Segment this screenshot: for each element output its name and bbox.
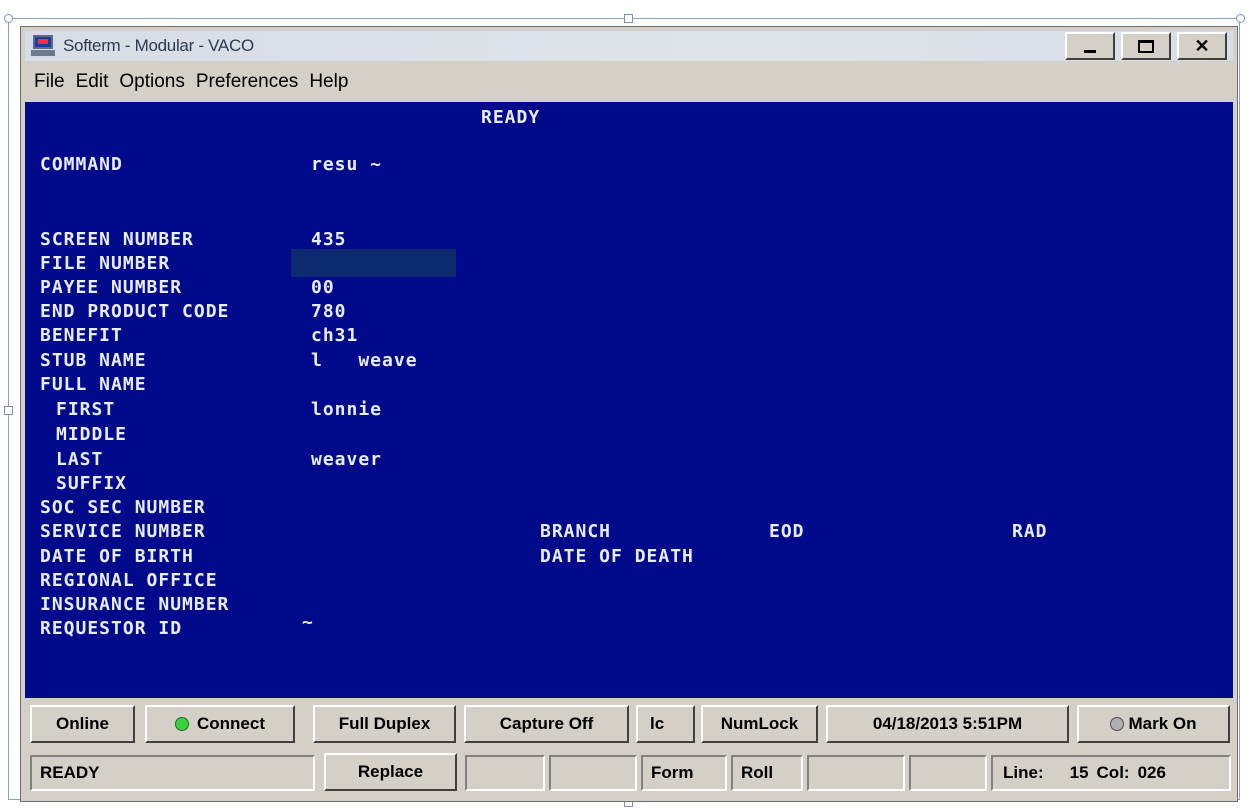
datetime-label: 04/18/2013 5:51PM [872, 714, 1023, 733]
screen-number-value[interactable]: 435 [311, 229, 347, 251]
line-value: 15 [1069, 763, 1089, 782]
status-empty-cell-3 [807, 755, 905, 791]
mark-button[interactable]: Mark On [1077, 705, 1230, 743]
suffix-label: SUFFIX [56, 473, 128, 494]
file-number-input-field[interactable] [291, 249, 456, 277]
branch-label: BRANCH [540, 521, 612, 542]
menu-options[interactable]: Options [119, 71, 184, 93]
full-name-label: FULL NAME [40, 374, 147, 395]
status-bar: READY Replace Form Roll Line: 15 Col: 02… [25, 751, 1233, 795]
status-roll-cell: Roll [731, 755, 803, 791]
mark-indicator-icon [1110, 717, 1125, 731]
terminal-status: READY [481, 107, 541, 128]
end-product-code-label: END PRODUCT CODE [40, 301, 230, 322]
middle-name-label: MIDDLE [56, 424, 128, 445]
col-label: Col: [1096, 763, 1130, 782]
date-of-birth-label: DATE OF BIRTH [40, 546, 194, 567]
menu-preferences[interactable]: Preferences [196, 71, 298, 93]
minimize-button[interactable] [1065, 32, 1115, 60]
numlock-label: NumLock [720, 714, 799, 733]
numlock-button[interactable]: NumLock [701, 705, 818, 743]
terminal-app-icon[interactable] [31, 35, 57, 57]
resize-handle-top-center[interactable] [624, 14, 633, 23]
eod-label: EOD [769, 521, 805, 542]
resize-handle-top-left[interactable] [4, 14, 13, 23]
terminal-screen[interactable]: READY COMMAND resu ~ SCREEN NUMBER 435 F… [25, 102, 1233, 698]
minimize-icon [1084, 49, 1096, 53]
online-button[interactable]: Online [30, 705, 135, 743]
menu-edit[interactable]: Edit [76, 71, 109, 93]
first-name-label: FIRST [56, 399, 116, 420]
status-state: READY [40, 763, 100, 782]
case-button[interactable]: lc [636, 705, 695, 743]
connect-button[interactable]: Connect [145, 705, 295, 743]
online-label: Online [56, 714, 109, 733]
status-cursor-cell: Line: 15 Col: 026 [991, 755, 1231, 791]
menu-file[interactable]: File [34, 71, 65, 93]
screen-number-label: SCREEN NUMBER [40, 229, 194, 250]
end-product-code-value[interactable]: 780 [311, 301, 347, 323]
menu-bar: File Edit Options Preferences Help [25, 65, 1233, 99]
datetime-display: 04/18/2013 5:51PM [826, 705, 1069, 743]
capture-button[interactable]: Capture Off [464, 705, 629, 743]
requestor-id-label: REQUESTOR ID [40, 618, 183, 639]
case-label: lc [650, 714, 665, 733]
payee-number-label: PAYEE NUMBER [40, 277, 183, 298]
full-duplex-button[interactable]: Full Duplex [313, 705, 456, 743]
resize-handle-left[interactable] [4, 406, 13, 415]
status-form: Form [651, 763, 694, 782]
status-form-cell: Form [641, 755, 727, 791]
status-empty-cell-2 [549, 755, 637, 791]
last-name-value[interactable]: weaver [311, 449, 382, 471]
first-name-value[interactable]: lonnie [311, 399, 382, 421]
col-value: 026 [1137, 763, 1166, 782]
command-label: COMMAND [40, 154, 123, 175]
soc-sec-number-label: SOC SEC NUMBER [40, 497, 206, 518]
line-label: Line: [1003, 763, 1044, 782]
status-state-cell: READY [30, 755, 315, 791]
status-roll: Roll [741, 763, 774, 782]
date-of-death-label: DATE OF DEATH [540, 546, 694, 567]
status-empty-cell-4 [909, 755, 987, 791]
stub-name-value[interactable]: l weave [311, 350, 418, 372]
maximize-button[interactable] [1121, 32, 1171, 60]
file-number-label: FILE NUMBER [40, 253, 171, 274]
window-title: Softerm - Modular - VACO [63, 36, 254, 55]
toolbar-row: Online Connect Full Duplex Capture Off l… [25, 703, 1233, 747]
regional-office-label: REGIONAL OFFICE [40, 570, 218, 591]
full-duplex-label: Full Duplex [338, 714, 431, 733]
title-bar: Softerm - Modular - VACO ✕ [25, 31, 1233, 61]
benefit-label: BENEFIT [40, 325, 123, 346]
requestor-id-value[interactable]: ~ [302, 612, 314, 634]
benefit-value[interactable]: ch31 [311, 325, 358, 347]
insurance-number-label: INSURANCE NUMBER [40, 594, 230, 615]
connect-led-icon [175, 717, 189, 731]
payee-number-value[interactable]: 00 [311, 277, 335, 299]
stub-name-label: STUB NAME [40, 350, 147, 371]
connect-label: Connect [197, 714, 265, 733]
capture-label: Capture Off [499, 714, 594, 733]
menu-help[interactable]: Help [309, 71, 348, 93]
close-button[interactable]: ✕ [1177, 32, 1227, 60]
status-empty-cell-1 [465, 755, 545, 791]
resize-handle-top-right[interactable] [1236, 14, 1245, 23]
service-number-label: SERVICE NUMBER [40, 521, 206, 542]
maximize-icon [1138, 39, 1154, 53]
softerm-window: Softerm - Modular - VACO ✕ File Edit Opt… [20, 26, 1238, 802]
mark-label: Mark On [1128, 714, 1197, 733]
close-icon: ✕ [1194, 35, 1210, 56]
command-value[interactable]: resu ~ [311, 154, 382, 176]
replace-button[interactable]: Replace [324, 753, 457, 791]
last-name-label: LAST [56, 449, 104, 470]
replace-label: Replace [357, 762, 424, 781]
rad-label: RAD [1012, 521, 1048, 542]
